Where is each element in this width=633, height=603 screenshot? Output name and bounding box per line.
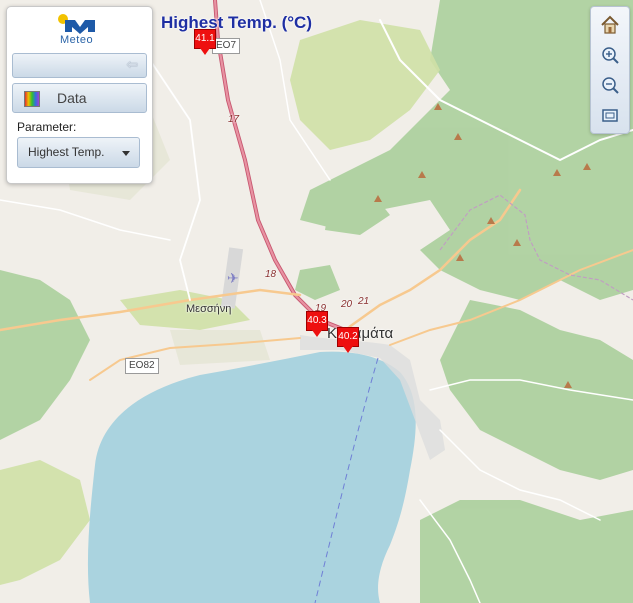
zoom-in-icon [602,47,619,64]
marker-tip [312,330,322,337]
arrow-left-icon: ⇦ [126,57,138,73]
parameter-label: Parameter: [17,120,77,134]
place-label-messini: Μεσσήνη [186,303,232,315]
parameter-select[interactable]: Highest Temp. [17,137,140,168]
zoom-extent-icon [602,109,618,122]
svg-text:✈: ✈ [227,271,239,287]
data-button[interactable]: Data [12,83,147,113]
station-value: 41.1 [195,33,215,44]
zoom-extent-button[interactable] [597,103,623,129]
map-title: Highest Temp. (°C) [161,13,312,32]
zoom-out-button[interactable] [597,73,623,99]
marker-tip [343,346,353,353]
station-value: 40.2 [338,331,358,342]
data-button-label: Data [57,90,87,106]
marker-tip [200,48,210,55]
road-number: 21 [358,296,370,307]
station-value: 40.3 [307,315,327,326]
map-toolbar [590,6,630,134]
control-panel: Meteo ⇦ Data Parameter: Highest Temp. [6,6,153,184]
road-number: 20 [341,299,353,310]
route-shield-eo82: EO82 [125,358,159,374]
home-button[interactable] [597,12,623,38]
color-scale-icon [24,91,40,107]
station-marker[interactable]: 40.3 [306,311,328,337]
zoom-out-icon [602,77,619,94]
logo-text: Meteo [60,34,94,46]
road-number: 18 [265,269,277,280]
road-number: 17 [228,114,240,125]
zoom-in-button[interactable] [597,43,623,69]
home-icon [601,15,619,34]
collapse-panel-button[interactable]: ⇦ [12,53,147,78]
chevron-down-icon [122,151,130,156]
route-shield-eo7: EO7 [212,38,241,54]
parameter-select-value: Highest Temp. [28,145,105,159]
station-marker[interactable]: 41.1 [194,29,216,55]
station-marker[interactable]: 40.2 [337,327,359,353]
